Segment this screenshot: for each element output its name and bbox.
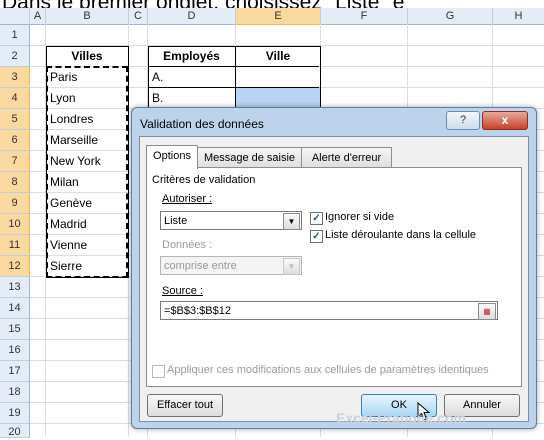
- row-header-11[interactable]: 11: [0, 235, 30, 256]
- row-header-5[interactable]: 5: [0, 109, 30, 130]
- source-input-value: =$B$3:$B$12: [164, 305, 231, 317]
- employe-cell[interactable]: B.: [152, 91, 163, 105]
- watermark-text: Excel-Pratique.com: [336, 410, 466, 426]
- data-validation-dialog: Validation des données ? x Options Messa…: [131, 107, 537, 429]
- allow-select-value: Liste: [164, 215, 188, 227]
- in-cell-dropdown-checkbox[interactable]: ✓: [310, 230, 323, 243]
- column-header-e[interactable]: E: [236, 8, 321, 25]
- apply-all-label: Appliquer ces modifications aux cellules…: [167, 364, 489, 376]
- source-label: Source :: [162, 285, 203, 297]
- row-header-10[interactable]: 10: [0, 214, 30, 235]
- row-header-13[interactable]: 13: [0, 277, 30, 298]
- dialog-title: Validation des données: [140, 117, 264, 131]
- allow-select[interactable]: Liste ▼: [160, 211, 302, 230]
- criteria-label: Critères de validation: [152, 174, 256, 186]
- data-select: comprise entre ▼: [160, 256, 302, 275]
- help-button[interactable]: ?: [446, 111, 480, 130]
- tab-input-message[interactable]: Message de saisie: [197, 147, 302, 168]
- select-all-corner[interactable]: [0, 8, 30, 25]
- source-input[interactable]: =$B$3:$B$12 ▦: [160, 301, 498, 320]
- villes-header[interactable]: Villes: [46, 49, 128, 63]
- tab-options[interactable]: Options: [146, 145, 198, 169]
- column-header-d[interactable]: D: [148, 8, 236, 25]
- row-header-18[interactable]: 18: [0, 382, 30, 403]
- column-header-g[interactable]: G: [408, 8, 493, 25]
- column-header-a[interactable]: A: [30, 8, 46, 25]
- data-select-value: comprise entre: [164, 260, 237, 272]
- ville-cell[interactable]: Genève: [50, 196, 92, 210]
- apply-all-checkbox: [152, 365, 165, 378]
- column-header-h[interactable]: H: [493, 8, 544, 25]
- row-header-1[interactable]: 1: [0, 25, 30, 46]
- chevron-down-icon: ▼: [283, 258, 300, 275]
- row-header-9[interactable]: 9: [0, 193, 30, 214]
- ville-cell[interactable]: Vienne: [50, 238, 87, 252]
- row-header-16[interactable]: 16: [0, 340, 30, 361]
- options-panel: Critères de validation Autoriser : Liste…: [146, 167, 522, 387]
- employe-cell[interactable]: A.: [152, 70, 163, 84]
- column-header-c[interactable]: C: [129, 8, 148, 25]
- in-cell-dropdown-label[interactable]: Liste déroulante dans la cellule: [325, 229, 476, 241]
- ville-header[interactable]: Ville: [236, 49, 320, 63]
- row-header-15[interactable]: 15: [0, 319, 30, 340]
- ville-cell[interactable]: Paris: [50, 70, 77, 84]
- ville-cell[interactable]: Marseille: [50, 133, 98, 147]
- data-label: Données :: [162, 239, 213, 251]
- chevron-down-icon[interactable]: ▼: [283, 213, 300, 230]
- ville-cell[interactable]: New York: [50, 154, 101, 168]
- ville-cell[interactable]: Lyon: [50, 91, 76, 105]
- allow-label: Autoriser :: [162, 193, 213, 205]
- row-header-14[interactable]: 14: [0, 298, 30, 319]
- row-header-19[interactable]: 19: [0, 403, 30, 424]
- column-header-f[interactable]: F: [321, 8, 408, 25]
- collapse-range-icon[interactable]: ▦: [478, 303, 496, 320]
- row-header-20[interactable]: 20: [0, 424, 30, 438]
- tab-error-alert[interactable]: Alerte d'erreur: [301, 147, 392, 168]
- row-header-12[interactable]: 12: [0, 256, 30, 277]
- ville-cell[interactable]: Madrid: [50, 217, 87, 231]
- employes-header[interactable]: Employés: [148, 49, 235, 63]
- ville-cell[interactable]: Milan: [50, 175, 79, 189]
- clear-all-button[interactable]: Effacer tout: [147, 394, 223, 417]
- ville-cell[interactable]: Londres: [50, 112, 93, 126]
- column-header-b[interactable]: B: [46, 8, 129, 25]
- dialog-body: Options Message de saisie Alerte d'erreu…: [139, 136, 529, 422]
- row-header-8[interactable]: 8: [0, 172, 30, 193]
- close-button[interactable]: x: [482, 111, 528, 130]
- row-header-7[interactable]: 7: [0, 151, 30, 172]
- ville-cell[interactable]: Sierre: [50, 259, 82, 273]
- row-header-3[interactable]: 3: [0, 67, 30, 88]
- ignore-blank-checkbox[interactable]: ✓: [310, 212, 323, 225]
- row-header-6[interactable]: 6: [0, 130, 30, 151]
- ignore-blank-label[interactable]: Ignorer si vide: [325, 211, 394, 223]
- row-header-17[interactable]: 17: [0, 361, 30, 382]
- row-header-4[interactable]: 4: [0, 88, 30, 109]
- row-header-2[interactable]: 2: [0, 46, 30, 67]
